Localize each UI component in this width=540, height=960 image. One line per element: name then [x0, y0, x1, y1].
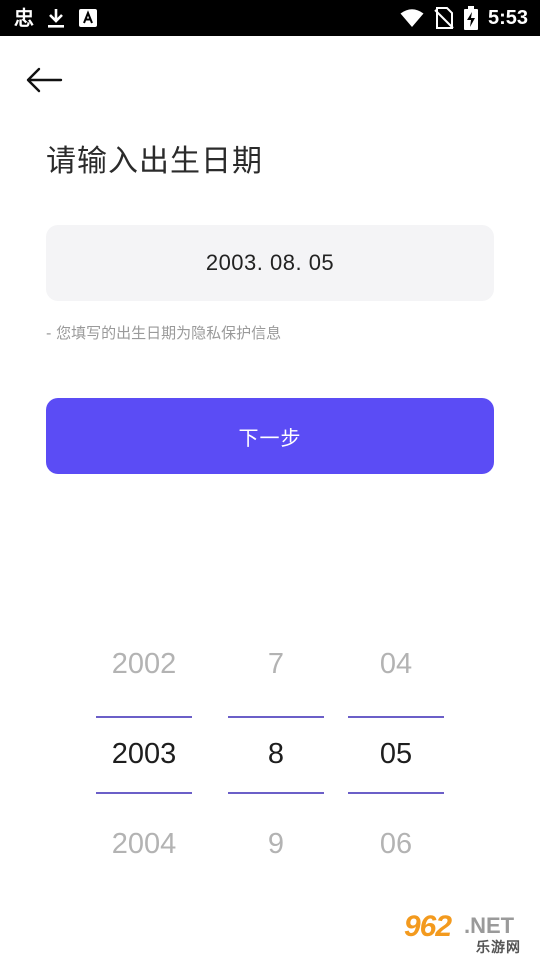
status-bar-left: 忠: [14, 0, 98, 36]
status-time: 5:53: [487, 6, 528, 29]
year-option-selected[interactable]: 2003: [96, 738, 192, 771]
day-option-selected[interactable]: 05: [348, 738, 444, 771]
watermark-suffix: .NET: [464, 913, 515, 938]
year-selection-line-top: [96, 716, 192, 718]
status-bar-right: 5:53: [400, 0, 528, 36]
download-icon: [48, 9, 64, 28]
year-wheel[interactable]: 2002 2003 2004: [96, 620, 192, 900]
month-selection-line-bottom: [228, 792, 324, 794]
day-wheel[interactable]: 04 05 06: [348, 620, 444, 900]
status-bar: 忠 5:53: [0, 0, 540, 36]
app-notification-icon: [79, 9, 97, 27]
wifi-icon: [400, 9, 424, 27]
day-selection-line-bottom: [348, 792, 444, 794]
month-option-selected[interactable]: 8: [228, 738, 324, 771]
year-option-next[interactable]: 2004: [96, 828, 192, 861]
month-wheel[interactable]: 7 8 9: [228, 620, 324, 900]
day-selection-line-top: [348, 716, 444, 718]
next-step-label: 下一步: [238, 427, 302, 450]
page-title: 请输入出生日期: [46, 144, 263, 179]
year-selection-line-bottom: [96, 792, 192, 794]
month-selection-line-top: [228, 716, 324, 718]
app-notification-glyph: 忠: [14, 6, 34, 30]
battery-charging-icon: [463, 6, 478, 30]
arrow-left-icon: [26, 67, 63, 93]
year-option-prev[interactable]: 2002: [96, 648, 192, 681]
watermark-number: 962: [404, 910, 452, 943]
birth-date-field[interactable]: 2003. 08. 05: [46, 225, 494, 301]
birth-date-value: 2003. 08. 05: [205, 250, 335, 275]
back-button[interactable]: [22, 60, 66, 100]
privacy-note: - 您填写的出生日期为隐私保护信息: [46, 324, 282, 342]
no-sim-icon: [434, 7, 454, 29]
site-watermark: 962 .NET 乐游网: [400, 910, 534, 956]
day-option-next[interactable]: 06: [348, 828, 444, 861]
day-option-prev[interactable]: 04: [348, 648, 444, 681]
date-picker: 2002 2003 2004 7 8 9 04 05 06: [0, 620, 540, 900]
next-step-button[interactable]: 下一步: [46, 398, 494, 474]
month-option-next[interactable]: 9: [228, 828, 324, 861]
watermark-sub: 乐游网: [476, 940, 521, 956]
month-option-prev[interactable]: 7: [228, 648, 324, 681]
